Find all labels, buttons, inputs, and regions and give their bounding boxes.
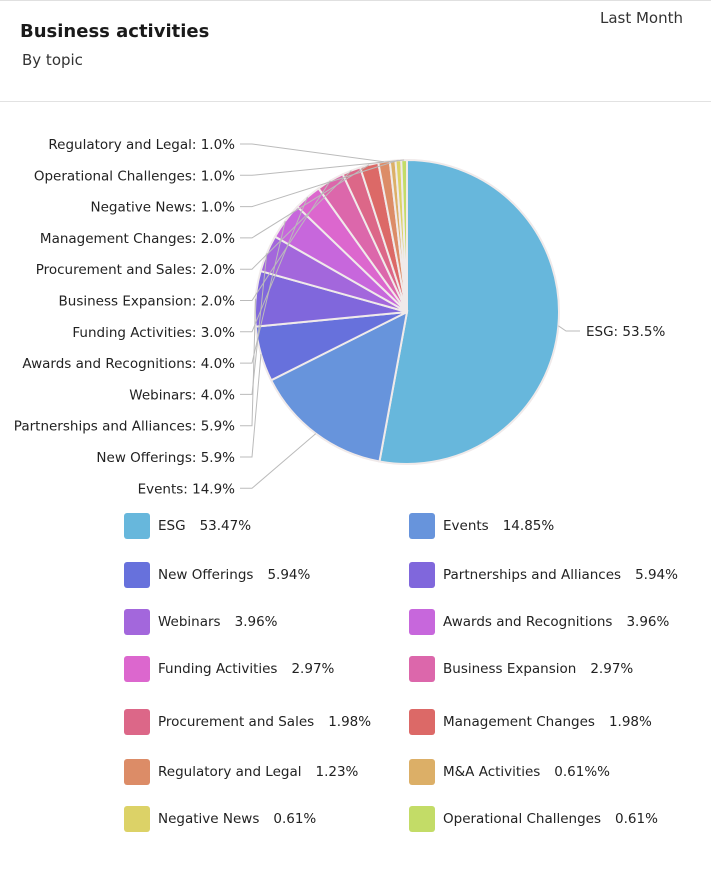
legend-swatch [409, 609, 435, 635]
legend-value: 1.23% [315, 764, 359, 780]
label-leader-line [240, 354, 262, 458]
legend-swatch [409, 806, 435, 832]
label-leader-line [240, 143, 385, 163]
slice-label: Funding Activities: 3.0% [72, 325, 235, 341]
legend-swatch [124, 806, 150, 832]
legend-name: Webinars [158, 614, 221, 630]
legend-swatch [124, 513, 150, 539]
legend-swatch [409, 759, 435, 785]
legend-name: New Offerings [158, 567, 254, 583]
legend-item[interactable]: New Offerings 5.94% [124, 562, 310, 588]
legend-item[interactable]: Partnerships and Alliances 5.94% [409, 562, 678, 588]
legend-swatch [124, 562, 150, 588]
slice-label: Partnerships and Alliances: 5.9% [14, 419, 235, 435]
legend-name: Events [443, 518, 489, 534]
slice-label: Management Changes: 2.0% [40, 231, 235, 247]
legend-value: 5.94% [635, 567, 678, 583]
slice-label: New Offerings: 5.9% [96, 450, 235, 466]
slice-label: Procurement and Sales: 2.0% [36, 262, 235, 278]
legend-name: Management Changes [443, 714, 595, 730]
legend-item[interactable]: Business Expansion 2.97% [409, 656, 633, 682]
legend-name: Negative News [158, 811, 260, 827]
legend-value: 1.98% [608, 714, 652, 730]
legend-value: 0.61% [615, 811, 658, 827]
legend-item[interactable]: Procurement and Sales 1.98% [124, 709, 371, 735]
slice-label: Webinars: 4.0% [129, 387, 235, 403]
legend-value: 2.97% [590, 661, 634, 677]
slice-label: Events: 14.9% [138, 481, 236, 497]
legend-value: 3.96% [234, 614, 278, 630]
legend-value: 14.85% [502, 518, 555, 534]
legend-swatch [124, 609, 150, 635]
legend-item[interactable]: M&A Activities 0.61%% [409, 759, 610, 785]
label-leader-line [240, 433, 317, 489]
legend-swatch [409, 656, 435, 682]
legend-swatch [124, 709, 150, 735]
legend-value: 2.97% [291, 661, 335, 677]
label-leader-line [558, 325, 580, 332]
legend-name: Business Expansion [443, 661, 577, 677]
legend-name: ESG [158, 518, 186, 534]
legend-item[interactable]: Events 14.85% [409, 513, 554, 539]
legend-name: Operational Challenges [443, 811, 602, 827]
legend-item[interactable]: Management Changes 1.98% [409, 709, 652, 735]
legend-swatch [409, 562, 435, 588]
legend-name: Funding Activities [158, 661, 278, 677]
legend-swatch [409, 709, 435, 735]
legend-item[interactable]: Negative News 0.61% [124, 806, 316, 832]
legend-value: 0.61%% [554, 764, 611, 780]
legend-item[interactable]: Awards and Recognitions 3.96% [409, 609, 669, 635]
legend-value: 0.61% [273, 811, 317, 827]
legend-item[interactable]: Operational Challenges 0.61% [409, 806, 658, 832]
slice-label: ESG: 53.5% [586, 324, 665, 340]
legend-name: Partnerships and Alliances [443, 567, 622, 583]
slice-label: Regulatory and Legal: 1.0% [48, 137, 235, 153]
legend-value: 53.47% [199, 518, 252, 534]
legend-value: 5.94% [267, 567, 311, 583]
legend-name: Awards and Recognitions [443, 614, 613, 630]
legend-swatch [124, 656, 150, 682]
slice-label: Negative News: 1.0% [91, 200, 236, 216]
legend-swatch [124, 759, 150, 785]
business-activities-card: Business activities By topic Last Month … [0, 0, 711, 873]
slice-label: Awards and Recognitions: 4.0% [22, 356, 235, 372]
legend-name: Regulatory and Legal [158, 764, 302, 780]
pie-chart: Regulatory and Legal: 1.0% Operational Ch… [14, 137, 666, 497]
legend-name: Procurement and Sales [158, 714, 315, 730]
legend-value: 3.96% [626, 614, 670, 630]
legend-swatch [409, 513, 435, 539]
label-leader-line [240, 298, 257, 427]
legend-item[interactable]: Webinars 3.96% [124, 609, 278, 635]
legend-name: M&A Activities [443, 764, 541, 780]
legend-item[interactable]: Regulatory and Legal 1.23% [124, 759, 358, 785]
legend-item[interactable]: ESG 53.47% [124, 513, 251, 539]
legend-value: 1.98% [328, 714, 372, 730]
legend-item[interactable]: Funding Activities 2.97% [124, 656, 334, 682]
slice-label: Business Expansion: 2.0% [59, 294, 236, 310]
slice-label: Operational Challenges: 1.0% [34, 168, 235, 184]
